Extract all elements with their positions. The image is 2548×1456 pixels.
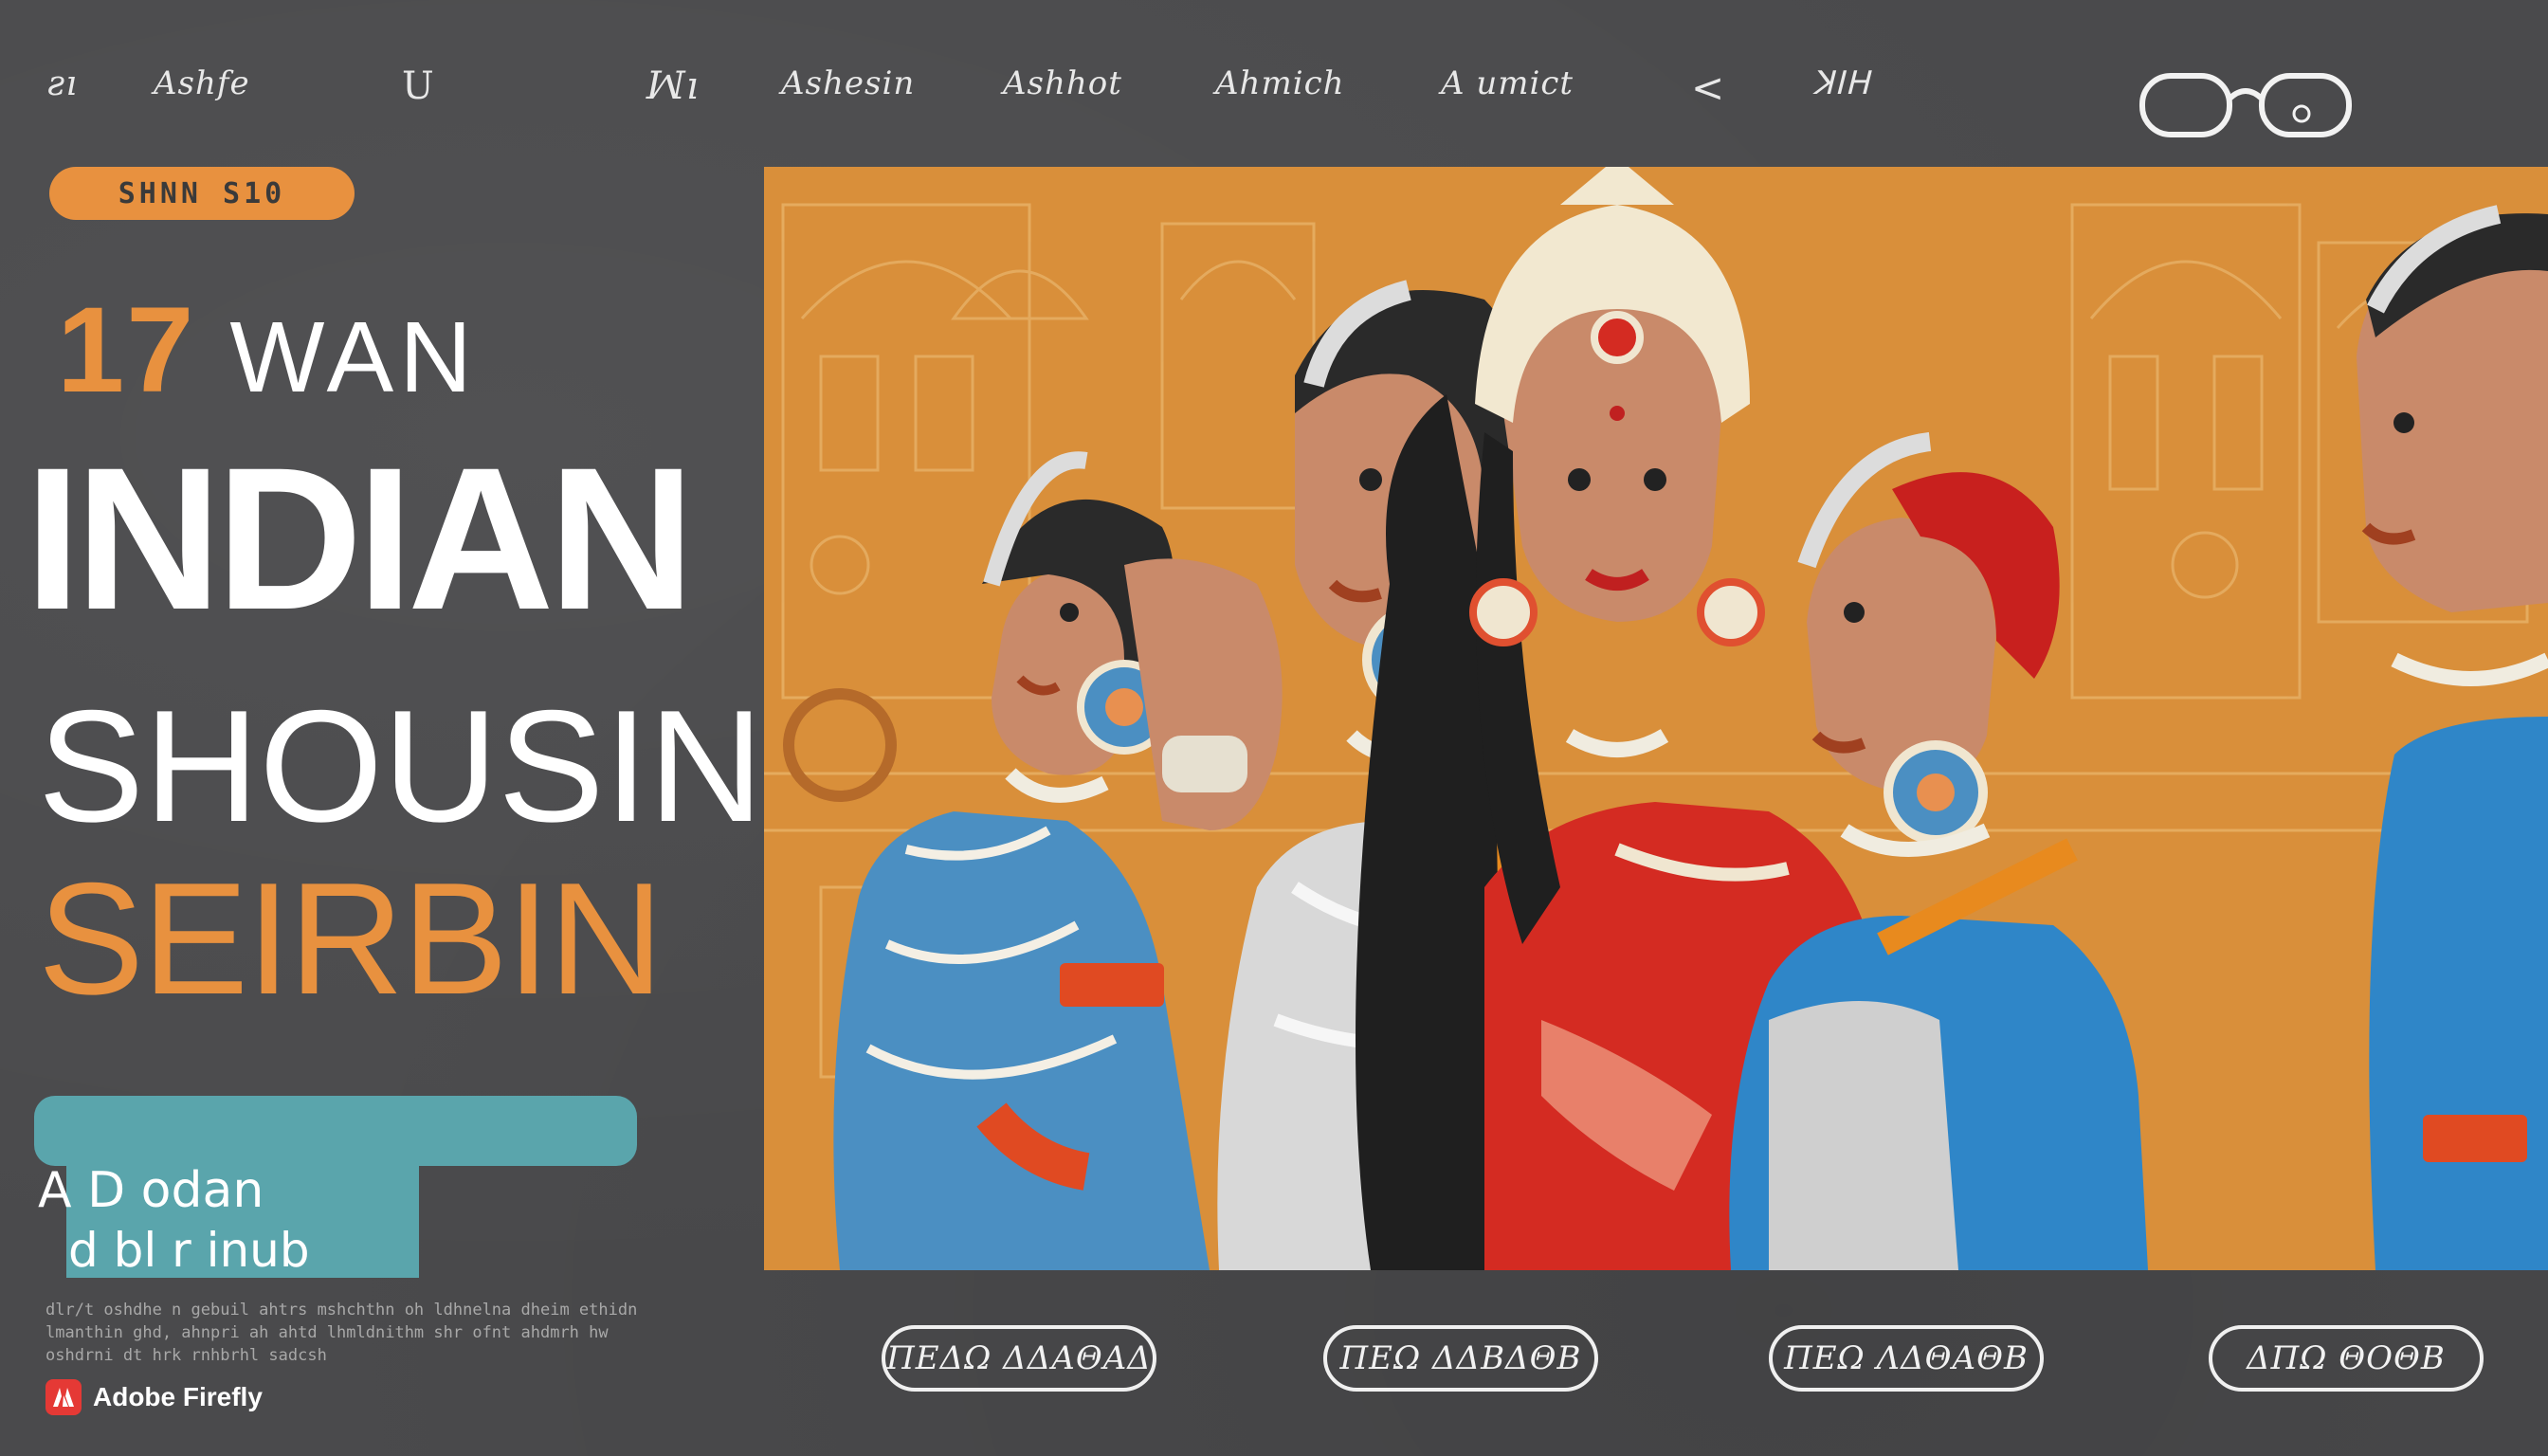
cta-bar[interactable] [34,1096,637,1166]
nav-back-icon[interactable]: < [1691,64,1725,111]
page-title-line-3: SEIRBIN [38,849,664,1028]
option-button-3[interactable]: ΠΕΩ ΛΔΘΑΘΒ [1769,1325,2044,1392]
adobe-firefly-badge: Adobe Firefly [46,1378,263,1416]
hero-illustration [764,167,2548,1270]
page-title-line-2: SHOUSIN [38,677,764,855]
option-button-2[interactable]: ΠΕΩ ΔΔΒΔΘΒ [1323,1325,1598,1392]
nav-item-1[interactable]: Ashfe [154,64,250,102]
description-text: dlr/t oshdhe n gebuil ahtrs mshchthn oh … [46,1301,638,1365]
nav-extra-icon[interactable]: ꓘꓲꓧ [1812,64,1870,102]
nav-item-5[interactable]: A umict [1441,64,1574,102]
firefly-label: Adobe Firefly [93,1382,263,1411]
nav-item-4[interactable]: Ahmich [1215,64,1345,102]
cta-text-1: A D odan [38,1162,264,1219]
adobe-logo-icon [46,1379,82,1415]
sub-heading-word: WAN [229,301,478,413]
option-button-1[interactable]: ΠΕΔΩ ΔΔΑΘΑΔ [882,1325,1156,1392]
sub-heading-number: 17 [57,282,196,418]
nav-user-icon[interactable]: U [402,64,435,108]
nav-item-2[interactable]: Ashesin [781,64,915,102]
glasses-icon[interactable] [2138,61,2353,148]
nav-menu-icon[interactable]: ꟽı [646,64,700,108]
page: ꙅı Ashfe U ꟽı Ashesin Ashhot Ahmich A um… [0,0,2548,1456]
top-nav: ꙅı Ashfe U ꟽı Ashesin Ashhot Ahmich A um… [0,38,2548,137]
cta-text-2: d bl r inub [68,1223,310,1278]
category-badge[interactable]: SHNN S10 [49,167,355,220]
option-button-4[interactable]: ΔΠΩ ΘΟΘΒ [2209,1325,2484,1392]
sub-heading: 17 WAN [57,281,478,418]
nav-logo-icon[interactable]: ꙅı [47,64,78,103]
nav-item-3[interactable]: Ashhot [1003,64,1122,102]
page-title: INDIAN [25,426,695,652]
